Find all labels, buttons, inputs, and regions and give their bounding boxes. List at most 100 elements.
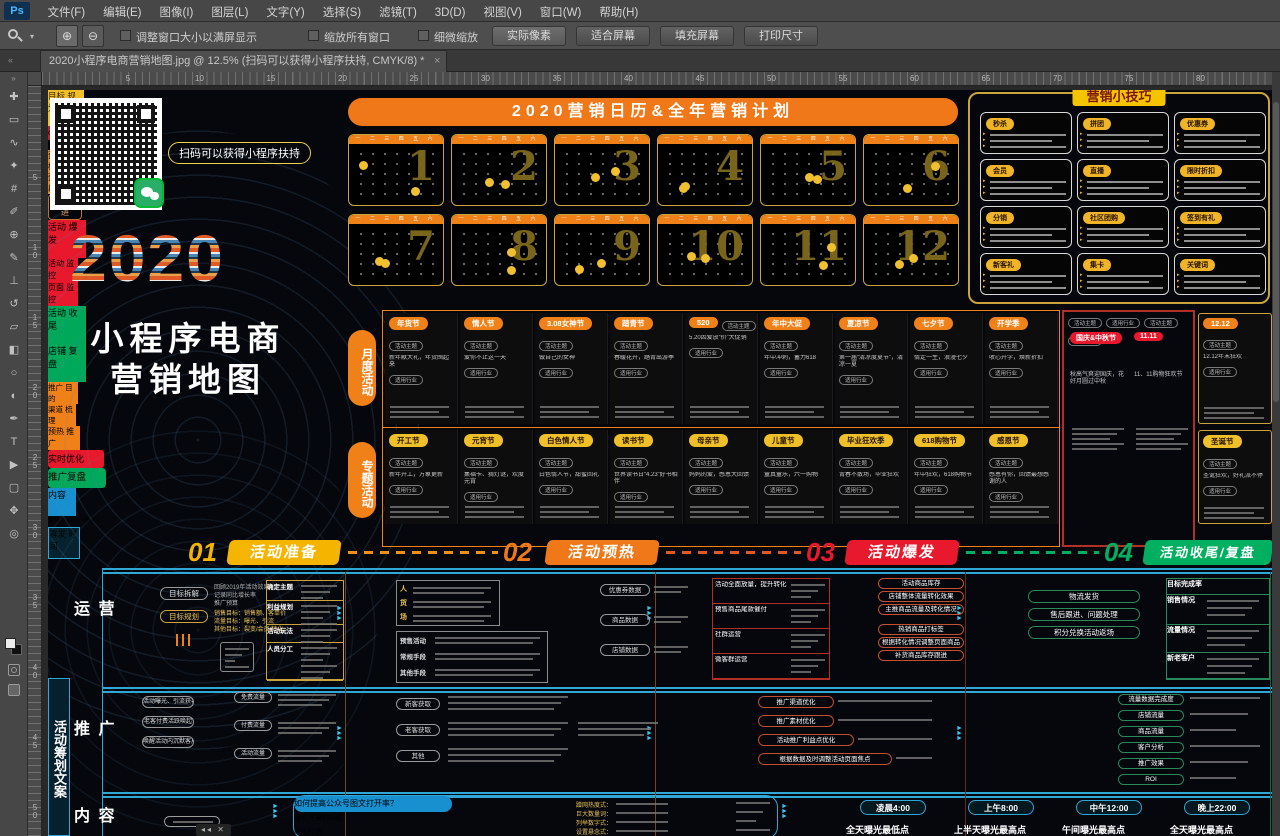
blur-tool[interactable]: ○ — [0, 362, 28, 385]
opill[interactable]: 宣传（预热、爆发） — [48, 516, 104, 527]
text-line — [990, 228, 1066, 230]
bullet-icon: ▸ — [1177, 179, 1180, 183]
opill[interactable]: 吸引开屏的标题 — [294, 812, 380, 826]
pill[interactable]: 如何提高公众号图文打开率？ — [294, 796, 452, 812]
poster-canvas[interactable]: 扫码可以获得小程序扶持 2020 小程序电商 营销地图 2020营销日历&全年营… — [48, 90, 1272, 836]
tool-preset-caret-icon[interactable]: ▾ — [30, 32, 34, 41]
text-line — [301, 635, 330, 637]
activity-theme: 爱你不止这一天 — [464, 355, 528, 362]
ops-pill: 目标规划 — [160, 610, 208, 623]
tab-close-icon[interactable]: × — [434, 51, 440, 72]
move-tool[interactable]: ✚ — [0, 86, 28, 109]
text-line — [1072, 443, 1124, 445]
pill[interactable]: 预热 推广 — [48, 426, 80, 450]
foreground-color-swatch[interactable] — [5, 638, 16, 649]
menu-item-10[interactable]: 帮助(H) — [590, 0, 647, 24]
ruler-top-number: 50 — [762, 74, 782, 83]
type-tool[interactable]: T — [0, 431, 28, 454]
brush-tool[interactable]: ✎ — [0, 247, 28, 270]
tag-theme: 活动主题 — [389, 341, 423, 351]
text-line — [990, 281, 1052, 283]
pill[interactable]: 实时优化 — [48, 450, 104, 468]
ops-review-row: 流量情况 — [1167, 625, 1269, 653]
pen-tool[interactable]: ✒ — [0, 408, 28, 431]
circ[interactable]: 内容 — [48, 488, 76, 516]
circ[interactable]: 群发 时间 — [48, 527, 80, 559]
dodge-tool[interactable]: ◐ — [0, 385, 28, 408]
menu-item-8[interactable]: 视图(V) — [474, 0, 530, 24]
option-checkbox-1[interactable] — [308, 30, 319, 41]
gradient-tool[interactable]: ◧ — [0, 339, 28, 362]
screen-mode-icon[interactable] — [8, 684, 20, 696]
quick-mask-icon[interactable] — [8, 664, 20, 676]
menu-item-4[interactable]: 文字(Y) — [257, 0, 313, 24]
palette-collapse-icon[interactable]: » — [0, 72, 27, 86]
shape-tool[interactable]: ▢ — [0, 477, 28, 500]
ops-monitor2-row: 热销商品打标签 — [878, 624, 964, 635]
pill[interactable]: 渠道 梳理 — [48, 404, 76, 426]
text-line — [301, 677, 323, 679]
menu-item-6[interactable]: 滤镜(T) — [370, 0, 426, 24]
option-button-0[interactable]: 实际像素 — [492, 26, 566, 46]
ops-table-section: 活动玩法 — [267, 625, 343, 643]
calendar-highlight — [813, 175, 822, 184]
zoom-in-button[interactable]: ⊕ — [56, 25, 78, 47]
text-line — [301, 671, 330, 673]
menu-item-1[interactable]: 编辑(E) — [94, 0, 150, 24]
flow-arrow-icon: ► ► ► — [781, 804, 788, 819]
menu-item-3[interactable]: 图层(L) — [202, 0, 257, 24]
send-time: 晚上22:00 — [1184, 800, 1250, 815]
text-line — [690, 411, 739, 413]
calendar-highlight — [591, 173, 600, 182]
marquee-tool[interactable]: ▭ — [0, 109, 28, 132]
hand-tool[interactable]: ✥ — [0, 500, 28, 523]
option-button-1[interactable]: 适合屏幕 — [576, 26, 650, 46]
row-label-2: 内 容 — [74, 802, 116, 826]
text-line — [615, 406, 674, 408]
text-line — [791, 634, 825, 636]
text-line — [615, 411, 664, 413]
activity-card: 母亲节活动主题妈妈的爱，感恩大回馈适用行业 — [685, 430, 758, 524]
document-tab[interactable]: 2020小程序电商营销地图.jpg @ 12.5% (扫码可以获得小程序扶持, … — [40, 50, 447, 72]
option-checkbox-0[interactable] — [120, 30, 131, 41]
opill[interactable]: 内容打造 — [294, 826, 342, 836]
phase-badge: 活动收尾/复盘 — [1142, 540, 1272, 565]
ops-end-row: 物流发货 — [1028, 590, 1140, 603]
menu-item-0[interactable]: 文件(F) — [38, 0, 94, 24]
lasso-tool[interactable]: ∿ — [0, 132, 28, 155]
phase-dashes — [666, 551, 801, 554]
pill[interactable]: 推广复盘 — [48, 468, 106, 488]
quick-selection-tool[interactable]: ✦ — [0, 155, 28, 178]
promo-review-row: ROI — [1118, 774, 1184, 785]
text-line — [278, 722, 336, 724]
menu-item-2[interactable]: 图像(I) — [150, 0, 202, 24]
text-line — [654, 586, 688, 588]
menu-item-9[interactable]: 窗口(W) — [531, 0, 591, 24]
option-button-3[interactable]: 打印尺寸 — [744, 26, 818, 46]
option-checkbox-2[interactable] — [418, 30, 429, 41]
tag-industry: 适用行业 — [689, 485, 723, 495]
eyedropper-tool[interactable]: ✐ — [0, 201, 28, 224]
send-time: 凌晨4:00 — [860, 800, 926, 815]
vertical-scrollbar[interactable] — [1272, 72, 1280, 836]
eraser-tool[interactable]: ▱ — [0, 316, 28, 339]
clone-stamp-tool[interactable]: ⊥ — [0, 270, 28, 293]
text-line — [1136, 438, 1174, 440]
scrollbar-thumb[interactable] — [1273, 102, 1279, 402]
activity-theme: 春暖花开，踏青出游季 — [614, 355, 678, 362]
tip-card-label: 秒杀 — [986, 118, 1014, 130]
menu-item-5[interactable]: 选择(S) — [314, 0, 370, 24]
text-line — [1087, 134, 1163, 136]
path-selection-tool[interactable]: ▶ — [0, 454, 28, 477]
scroll-fragment[interactable]: ◂◂ ✕ — [196, 824, 231, 836]
history-brush-tool[interactable]: ↺ — [0, 293, 28, 316]
option-button-2[interactable]: 填充屏幕 — [660, 26, 734, 46]
zoom-out-button[interactable]: ⊖ — [82, 25, 104, 47]
tag-theme: 活动主题 — [914, 458, 948, 468]
crop-tool[interactable]: # — [0, 178, 28, 201]
zoom-tool[interactable]: ◎ — [0, 523, 28, 546]
healing-brush-tool[interactable]: ⊕ — [0, 224, 28, 247]
panel-toggle-icon[interactable]: « — [8, 55, 13, 65]
abs[interactable]: 目标完成率 — [1167, 579, 1269, 589]
menu-item-7[interactable]: 3D(D) — [426, 3, 475, 23]
